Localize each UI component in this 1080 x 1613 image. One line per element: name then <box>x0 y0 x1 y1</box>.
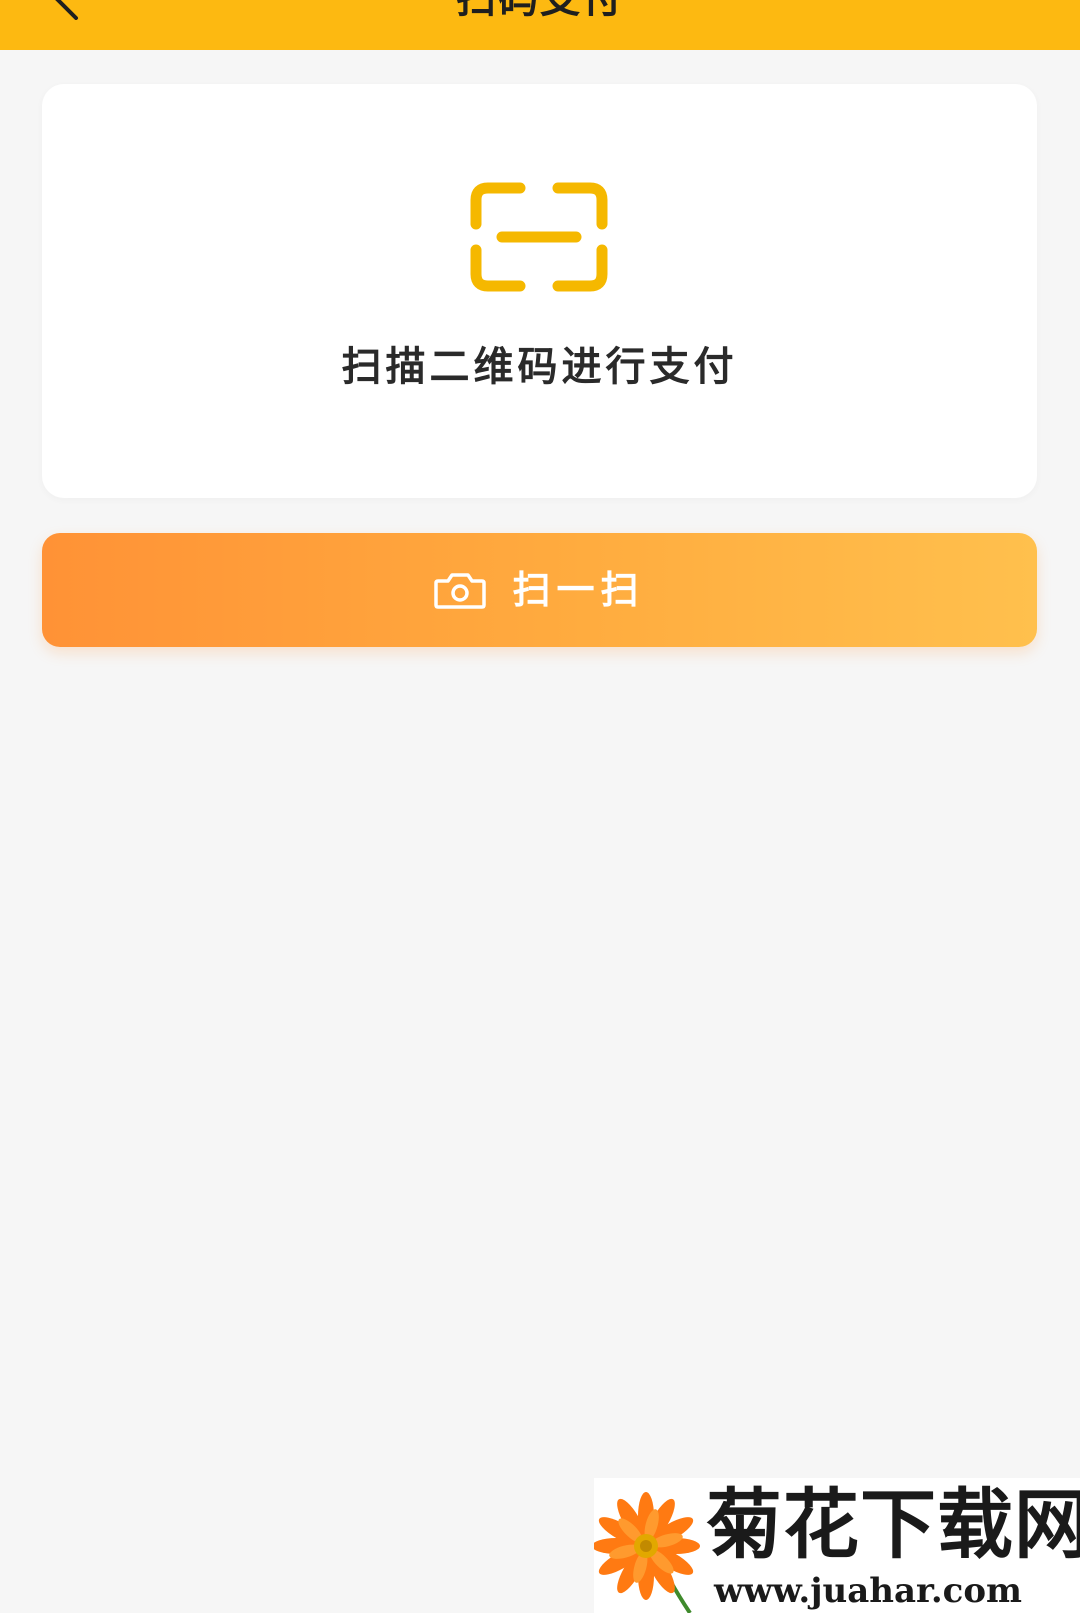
scan-frame-icon <box>470 182 608 292</box>
top-bar: 扫码支付 <box>0 0 1080 50</box>
scan-prompt-text: 扫描二维码进行支付 <box>341 344 738 390</box>
scan-button-label: 扫一扫 <box>512 568 645 612</box>
flower-icon <box>594 1492 700 1613</box>
page-title: 扫码支付 <box>0 0 1080 24</box>
camera-icon <box>434 573 487 609</box>
watermark-url: www.juahar.com <box>714 1571 1023 1611</box>
watermark-name: 菊花下载网 <box>706 1480 1080 1569</box>
scan-card: 扫描二维码进行支付 <box>42 84 1037 498</box>
watermark: 菊花下载网 www.juahar.com <box>594 1478 1080 1613</box>
scan-button[interactable]: 扫一扫 <box>42 533 1037 647</box>
